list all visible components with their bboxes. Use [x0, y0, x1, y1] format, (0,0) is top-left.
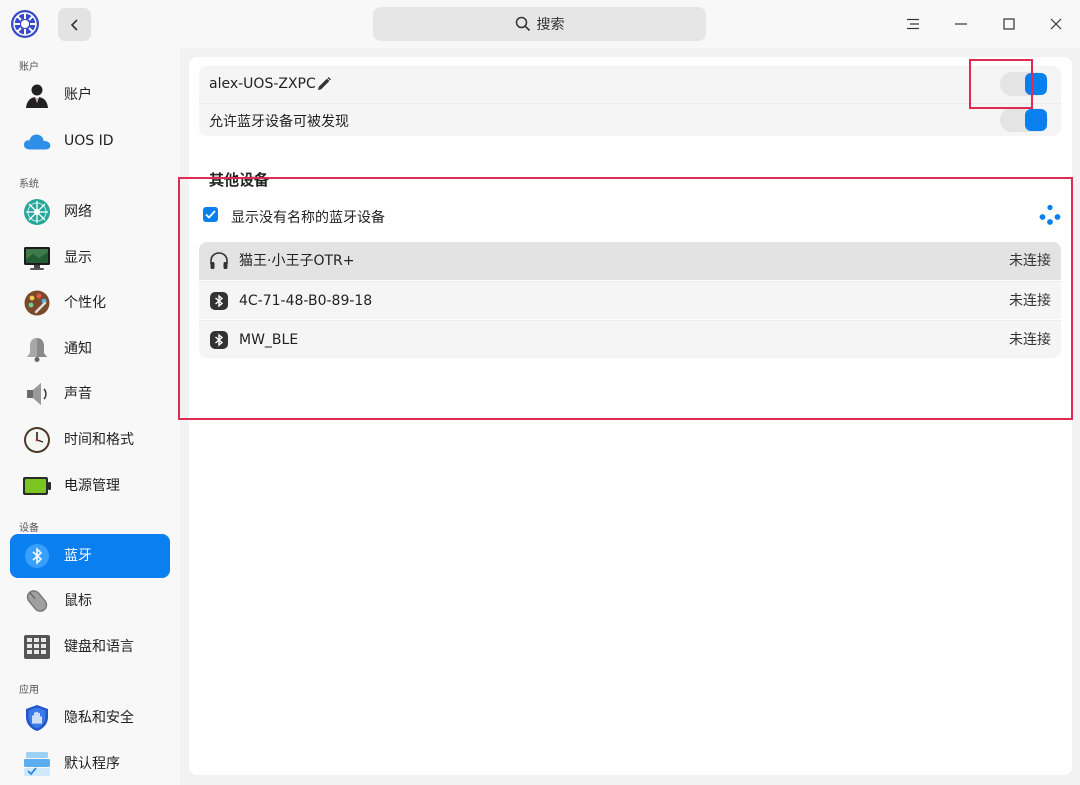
sidebar-item-label: 个性化	[64, 295, 106, 311]
show-unnamed-label: 显示没有名称的蓝牙设备	[231, 210, 385, 226]
maximize-icon	[1003, 18, 1015, 30]
device-row[interactable]: 4C-71-48-B0-89-18 未连接	[199, 281, 1061, 319]
edit-name-button[interactable]	[316, 76, 332, 92]
sidebar-item-notification[interactable]: 通知	[10, 327, 170, 371]
bluetooth-icon	[22, 541, 52, 571]
display-icon	[22, 243, 52, 273]
bluetooth-icon	[209, 291, 229, 311]
device-name: 猫王·小王子OTR+	[239, 253, 355, 269]
sidebar-item-default-apps[interactable]: 默认程序	[10, 742, 170, 785]
sidebar-item-label: 账户	[64, 87, 92, 103]
bluetooth-icon	[209, 330, 229, 350]
app-logo-icon	[10, 9, 40, 39]
discoverable-toggle[interactable]	[1000, 108, 1048, 132]
sidebar-item-account[interactable]: 账户	[10, 73, 170, 117]
other-devices-title: 其他设备	[209, 171, 270, 189]
sidebar-item-keyboard[interactable]: 键盘和语言	[10, 625, 170, 669]
bell-icon	[22, 334, 52, 364]
checkmark-icon	[205, 210, 216, 219]
chevron-left-icon	[70, 18, 78, 31]
sidebar-item-label: 电源管理	[64, 478, 120, 494]
sidebar-item-personalization[interactable]: 个性化	[10, 281, 170, 325]
clock-icon	[22, 425, 52, 455]
sidebar-item-display[interactable]: 显示	[10, 236, 170, 280]
sidebar-item-label: 时间和格式	[64, 432, 134, 448]
user-icon	[22, 80, 52, 110]
keyboard-icon	[22, 632, 52, 662]
shield-icon	[22, 703, 52, 733]
group-label-apps: 应用	[19, 685, 39, 696]
headphones-icon	[209, 251, 229, 271]
sidebar-item-label: 默认程序	[64, 756, 120, 772]
battery-icon	[22, 471, 52, 501]
device-name: 4C-71-48-B0-89-18	[239, 293, 373, 309]
default-apps-icon	[22, 749, 52, 779]
mouse-icon	[22, 586, 52, 616]
minimize-icon	[955, 23, 967, 25]
group-label-account: 账户	[19, 62, 39, 73]
speaker-icon	[22, 379, 52, 409]
sidebar-item-label: 蓝牙	[64, 548, 92, 564]
sidebar-item-network[interactable]: 网络	[10, 190, 170, 234]
device-name-label: alex-UOS-ZXPC	[209, 76, 316, 92]
discoverable-label: 允许蓝牙设备可被发现	[209, 114, 349, 130]
sidebar-item-power[interactable]: 电源管理	[10, 464, 170, 508]
device-status: 未连接	[1009, 253, 1051, 269]
show-unnamed-checkbox[interactable]	[203, 207, 218, 222]
device-status: 未连接	[1009, 332, 1051, 348]
sidebar-item-label: UOS ID	[64, 133, 114, 149]
device-name: MW_BLE	[239, 332, 299, 348]
sidebar-item-privacy[interactable]: 隐私和安全	[10, 696, 170, 740]
device-row[interactable]: MW_BLE 未连接	[199, 320, 1061, 358]
device-status: 未连接	[1009, 293, 1051, 309]
group-label-devices: 设备	[19, 523, 39, 534]
maximize-button[interactable]	[995, 10, 1023, 38]
sidebar-item-uos-id[interactable]: UOS ID	[10, 119, 170, 163]
toggle-knob	[1025, 73, 1047, 95]
menu-icon	[907, 18, 919, 30]
search-input[interactable]: 搜索	[373, 7, 706, 41]
sidebar-item-label: 声音	[64, 386, 92, 402]
bluetooth-panel	[189, 57, 1072, 775]
menu-button[interactable]	[899, 10, 927, 38]
close-icon	[1050, 18, 1062, 30]
sidebar-item-label: 隐私和安全	[64, 710, 134, 726]
sidebar-item-sound[interactable]: 声音	[10, 372, 170, 416]
cloud-icon	[22, 126, 52, 156]
device-row[interactable]: 猫王·小王子OTR+ 未连接	[199, 242, 1061, 280]
sidebar-item-label: 键盘和语言	[64, 639, 134, 655]
loading-spinner-icon	[1038, 204, 1062, 226]
pencil-icon	[318, 77, 331, 90]
minimize-button[interactable]	[947, 10, 975, 38]
sidebar-item-mouse[interactable]: 鼠标	[10, 579, 170, 623]
group-label-system: 系统	[19, 179, 39, 190]
title-bar: 搜索	[0, 0, 1080, 48]
bluetooth-power-toggle[interactable]	[1000, 72, 1048, 96]
close-button[interactable]	[1042, 10, 1070, 38]
toggle-knob	[1025, 109, 1047, 131]
sidebar-item-time-format[interactable]: 时间和格式	[10, 418, 170, 462]
sidebar-item-label: 显示	[64, 250, 92, 266]
palette-icon	[22, 288, 52, 318]
network-icon	[22, 197, 52, 227]
back-button[interactable]	[58, 8, 91, 41]
search-label: 搜索	[536, 17, 565, 33]
sidebar-item-label: 鼠标	[64, 593, 92, 609]
search-icon	[515, 16, 530, 32]
sidebar-item-label: 网络	[64, 204, 92, 220]
sidebar-item-label: 通知	[64, 341, 92, 357]
sidebar-item-bluetooth[interactable]: 蓝牙	[10, 534, 170, 578]
sidebar: 账户 账户 UOS ID 系统 网络 显示 个性化 通知 声音 时间和格式 电源…	[0, 48, 180, 785]
